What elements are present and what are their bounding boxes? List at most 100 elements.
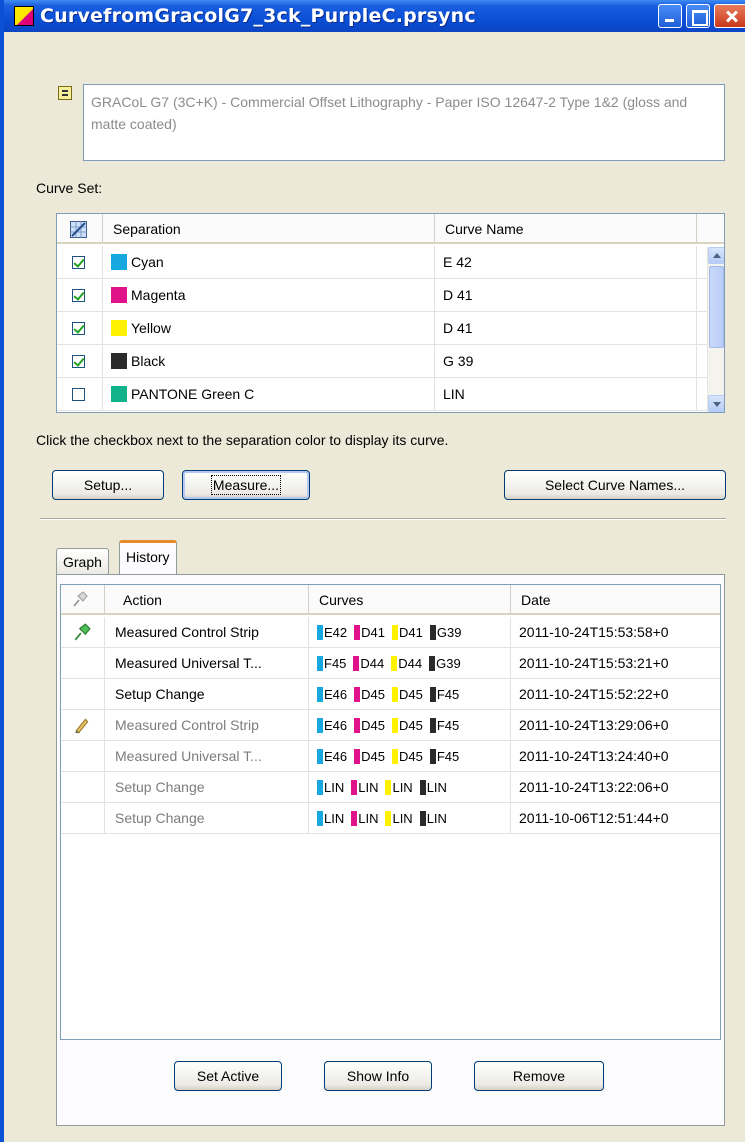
curves-column-header[interactable]: Curves (309, 585, 511, 615)
history-action-cell: Setup Change (105, 772, 309, 803)
curve-chip: E42 (317, 617, 347, 648)
curve-label: D45 (361, 749, 385, 764)
curve-chip: D45 (354, 741, 385, 772)
curve-color-bar (429, 718, 436, 733)
action-column-header[interactable]: Action (105, 585, 309, 615)
tab-history[interactable]: History (119, 540, 177, 574)
color-swatch (111, 386, 127, 402)
curve-chip: D41 (392, 617, 423, 648)
curve-label: LIN (324, 780, 345, 795)
curve-color-bar (419, 780, 426, 795)
curve-chip: D45 (392, 710, 423, 741)
checkbox-cell (57, 246, 103, 279)
note-icon (58, 86, 72, 100)
history-curves-cell: E42 D41 D41 G39 (309, 617, 511, 648)
separation-name: PANTONE Green C (131, 386, 255, 402)
history-row[interactable]: Measured Control Strip E42 D41 D41 G39 2011-1… (61, 617, 720, 648)
curve-color-bar (317, 656, 323, 671)
curve-chip: LIN (351, 803, 378, 834)
curve-name-cell: D 41 (435, 312, 697, 345)
history-curves-cell: E46 D45 D45 F45 (309, 710, 511, 741)
scroll-down-icon[interactable] (708, 395, 724, 412)
curve-chip: D41 (354, 617, 385, 648)
curve-chip: LIN (351, 772, 378, 803)
show-info-button[interactable]: Show Info (324, 1061, 432, 1091)
history-action-cell: Setup Change (105, 803, 309, 834)
curve-name-cell: E 42 (435, 246, 697, 279)
curve-label: LIN (392, 780, 413, 795)
maximize-button[interactable] (686, 4, 710, 28)
curve-row[interactable]: Black G 39 (57, 345, 707, 378)
separation-checkbox[interactable] (72, 289, 85, 302)
scroll-up-icon[interactable] (708, 247, 724, 264)
separation-checkbox[interactable] (72, 388, 85, 401)
history-icon-cell (61, 710, 105, 741)
history-date-cell: 2011-10-24T15:53:58+0 (511, 617, 720, 648)
description-field[interactable]: GRACoL G7 (3C+K) - Commercial Offset Lit… (83, 84, 725, 161)
curve-name-column-header[interactable]: Curve Name (435, 214, 697, 244)
pin-column-header[interactable] (61, 585, 105, 615)
curve-chip: LIN (385, 772, 413, 803)
separation-checkbox[interactable] (72, 355, 85, 368)
select-all-header[interactable] (57, 214, 103, 244)
curve-chip: E46 (317, 741, 347, 772)
history-row[interactable]: Measured Universal T... F45 D44 D44 G39 2011-… (61, 648, 720, 679)
measure-button-label: Measure... (210, 475, 282, 495)
history-curves-cell: E46 D45 D45 F45 (309, 741, 511, 772)
section-divider (40, 518, 726, 520)
curve-color-bar (317, 687, 323, 702)
curve-row[interactable]: PANTONE Green C LIN (57, 378, 707, 411)
curve-set-header: Separation Curve Name (57, 214, 724, 244)
curve-color-bar (419, 811, 426, 826)
curve-color-bar (391, 656, 398, 671)
separation-checkbox[interactable] (72, 322, 85, 335)
separation-cell: PANTONE Green C (103, 378, 435, 411)
remove-button[interactable]: Remove (474, 1061, 604, 1091)
separation-cell: Black (103, 345, 435, 378)
history-date-cell: 2011-10-24T13:24:40+0 (511, 741, 720, 772)
curve-chip: G39 (429, 648, 461, 679)
curve-row[interactable]: Cyan E 42 (57, 246, 707, 279)
curve-color-bar (354, 625, 361, 640)
curve-label: G39 (436, 625, 462, 640)
history-row[interactable]: Measured Universal T... E46 D45 D45 F45 2011-… (61, 741, 720, 772)
history-row[interactable]: Setup Change E46 D45 D45 F45 2011-10-24T15:52… (61, 679, 720, 710)
curve-label: D44 (398, 656, 423, 671)
curve-chip: D44 (391, 648, 422, 679)
set-active-button[interactable]: Set Active (174, 1061, 282, 1091)
separation-column-header[interactable]: Separation (103, 214, 435, 244)
minimize-button[interactable] (658, 4, 682, 28)
history-row[interactable]: Setup Change LIN LIN LIN LIN 2011-10-06T12:51… (61, 803, 720, 834)
separation-cell: Cyan (103, 246, 435, 279)
curve-label: D41 (361, 625, 385, 640)
app-icon (14, 6, 34, 26)
curve-name-cell: D 41 (435, 279, 697, 312)
curve-row[interactable]: Yellow D 41 (57, 312, 707, 345)
separation-checkbox[interactable] (72, 256, 85, 269)
curve-name-cell: LIN (435, 378, 697, 411)
history-date-cell: 2011-10-24T13:22:06+0 (511, 772, 720, 803)
curve-set-scrollbar[interactable] (707, 247, 724, 412)
curve-chip: LIN (419, 772, 447, 803)
color-swatch (111, 287, 127, 303)
color-swatch (111, 353, 127, 369)
curve-color-bar (317, 811, 323, 826)
history-curves-cell: LIN LIN LIN LIN (309, 772, 511, 803)
curve-chip: D45 (392, 679, 423, 710)
history-row[interactable]: Setup Change LIN LIN LIN LIN 2011-10-24T13:22… (61, 772, 720, 803)
close-button[interactable] (714, 4, 745, 28)
curve-row[interactable]: Magenta D 41 (57, 279, 707, 312)
curve-name-cell: G 39 (435, 345, 697, 378)
curve-chip: G39 (429, 617, 462, 648)
curve-color-bar (392, 687, 398, 702)
history-row[interactable]: Measured Control Strip E46 D45 D45 F45 2011-1… (61, 710, 720, 741)
separation-name: Yellow (131, 320, 171, 336)
tab-graph[interactable]: Graph (56, 548, 109, 574)
select-curve-names-button[interactable]: Select Curve Names... (504, 470, 726, 500)
setup-button[interactable]: Setup... (52, 470, 164, 500)
measure-button[interactable]: Measure... (182, 470, 310, 500)
scroll-thumb[interactable] (709, 266, 724, 348)
title-bar[interactable]: CurvefromGracolG7_3ck_PurpleC.prsync (4, 0, 745, 32)
curve-color-bar (429, 687, 436, 702)
date-column-header[interactable]: Date (511, 585, 720, 615)
